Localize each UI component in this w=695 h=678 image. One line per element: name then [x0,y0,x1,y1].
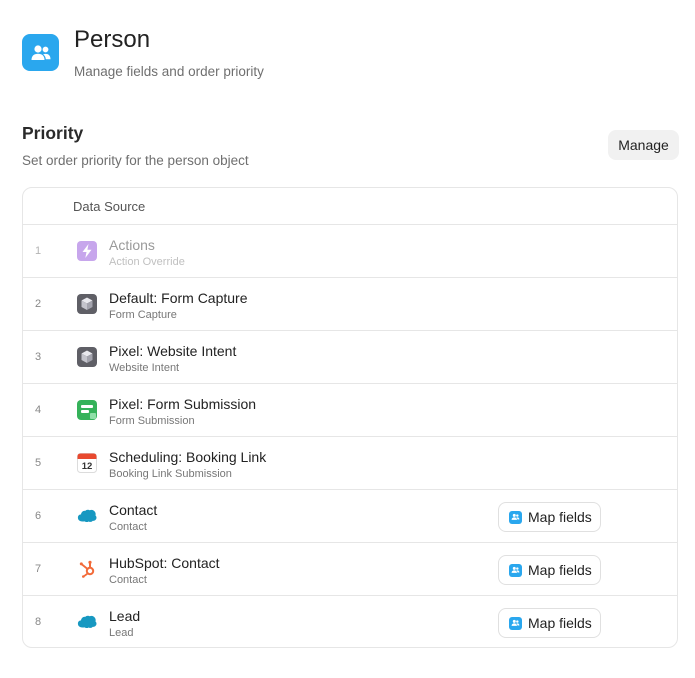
row-name: Scheduling: Booking Link [109,449,267,465]
row-source: Booking Link Submission [109,468,232,480]
row-name: Actions [109,237,155,253]
map-fields-button[interactable]: Map fields [498,502,601,532]
row-number: 3 [35,351,42,363]
table-row[interactable]: 8 Lead Lead Map fields [23,596,677,647]
table-row[interactable]: 6 Contact Contact Map fields [23,490,677,543]
lightning-icon [77,241,97,261]
row-source: Action Override [109,256,185,268]
row-source: Contact [109,521,147,533]
priority-title: Priority [22,123,84,143]
row-name: Pixel: Form Submission [109,396,257,412]
page-header: Person Manage fields and order priority [22,24,264,79]
people-icon [509,563,522,577]
table-row[interactable]: 4 Pixel: Form Submission Form Submission [23,384,677,437]
salesforce-icon [77,506,97,526]
row-name: Contact [109,502,158,518]
people-icon [509,510,522,524]
calendar-icon: 12 [77,453,97,473]
row-source: Form Submission [109,415,195,427]
cube-icon [77,347,97,367]
salesforce-icon [77,612,97,632]
priority-subtitle: Set order priority for the person object [22,153,249,168]
calendar-day-text: 12 [82,461,93,472]
row-number: 5 [35,457,42,469]
row-number: 4 [35,404,42,416]
people-icon [509,616,522,630]
row-source: Form Capture [109,309,177,321]
table-row[interactable]: 1 Actions Action Override [23,225,677,278]
column-header-data-source: Data Source [73,199,146,214]
page-title: Person [74,26,151,53]
row-name: HubSpot: Contact [109,555,220,571]
cube-icon [77,294,97,314]
form-icon [77,400,97,420]
row-number: 1 [35,245,42,257]
row-source: Website Intent [109,362,180,374]
row-number: 8 [35,616,42,628]
map-fields-button[interactable]: Map fields [498,555,601,585]
row-name: Lead [109,608,141,624]
row-number: 7 [35,563,42,575]
people-icon [22,34,59,71]
page-subtitle: Manage fields and order priority [74,64,264,79]
row-number: 6 [35,510,42,522]
row-name: Default: Form Capture [109,290,248,306]
hubspot-icon [77,559,97,579]
map-fields-label: Map fields [528,509,592,525]
table-row[interactable]: 3 Pixel: Website Intent Website Intent [23,331,677,384]
manage-button[interactable]: Manage [608,130,679,160]
priority-table: Data Source 1 Actions Action Override 2 … [22,187,678,648]
map-fields-button[interactable]: Map fields [498,608,601,638]
table-row[interactable]: 5 12 Scheduling: Booking Link Booking Li… [23,437,677,490]
table-header: Data Source [23,188,677,225]
row-source: Lead [109,627,134,639]
map-fields-label: Map fields [528,615,592,631]
map-fields-label: Map fields [528,562,592,578]
row-name: Pixel: Website Intent [109,343,237,359]
table-row[interactable]: 2 Default: Form Capture Form Capture [23,278,677,331]
row-number: 2 [35,298,42,310]
row-source: Contact [109,574,147,586]
table-row[interactable]: 7 HubSpot: Contact Contact Map fields [23,543,677,596]
